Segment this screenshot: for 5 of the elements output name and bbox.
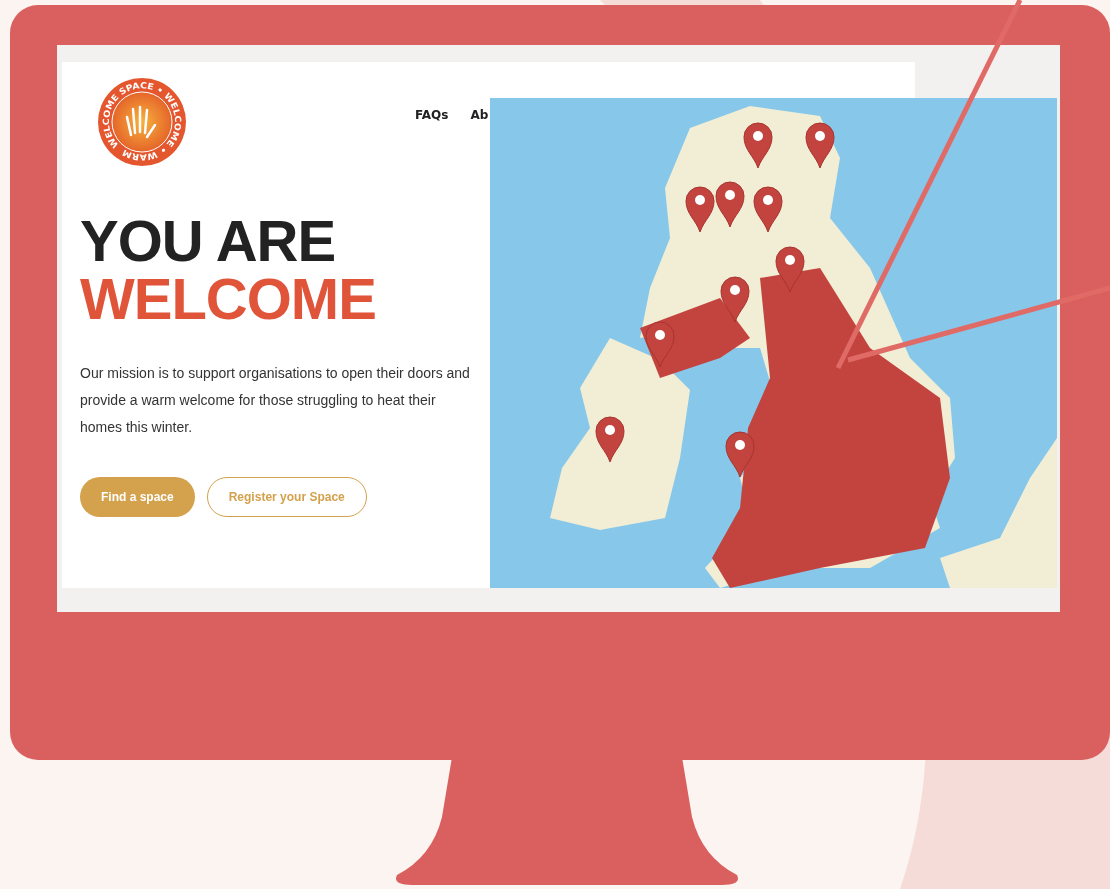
hero-heading: YOU ARE [80,212,337,270]
nav-link[interactable]: FAQs [415,108,449,122]
nav-link[interactable]: Ab [470,108,489,122]
mission-text: Our mission is to support organisations to open their doors and provide a warm welcome for those struggling to heat their homes this winter. [80,364,471,437]
hero-heading: WELCOME [80,270,377,328]
